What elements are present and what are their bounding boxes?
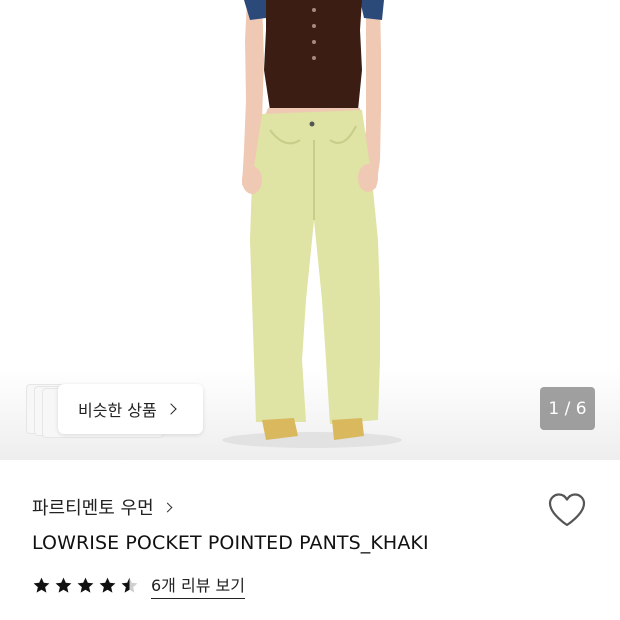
chevron-right-icon	[162, 502, 173, 512]
star-icon	[99, 577, 116, 593]
heart-outline-icon[interactable]	[547, 492, 587, 528]
rating-row: 6개 리뷰 보기	[32, 572, 245, 599]
similar-products-label: 비슷한 상품	[78, 401, 157, 420]
star-icon	[33, 577, 50, 593]
brand-link[interactable]: 파르티멘토 우먼	[32, 494, 173, 520]
brand-name: 파르티멘토 우먼	[32, 498, 154, 519]
rating-stars	[32, 576, 139, 595]
product-image-gallery[interactable]: 비슷한 상품 1 / 6	[0, 0, 620, 460]
chevron-right-icon	[165, 403, 177, 415]
image-counter: 1 / 6	[540, 387, 595, 430]
similar-products-button[interactable]: 비슷한 상품	[58, 384, 203, 434]
star-icon	[77, 577, 94, 593]
half-star-icon	[121, 577, 138, 593]
review-link[interactable]: 6개 리뷰 보기	[151, 572, 245, 599]
star-icon	[55, 577, 72, 593]
product-title: LOWRISE POCKET POINTED PANTS_KHAKI	[32, 532, 429, 554]
